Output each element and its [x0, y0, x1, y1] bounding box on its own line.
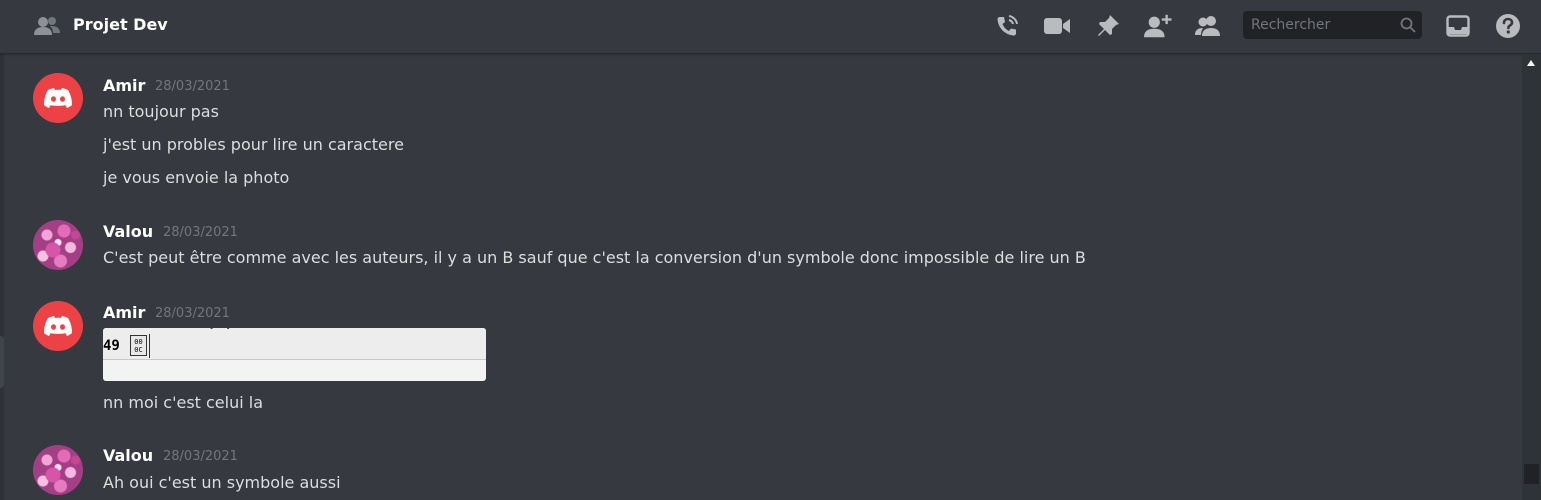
help-icon [1496, 14, 1520, 38]
message-text: Ah oui c'est un symbole aussi [103, 473, 341, 492]
voice-call-button[interactable] [993, 12, 1021, 40]
avatar[interactable] [33, 73, 83, 123]
message-text: j'est un probles pour lire un caractere [103, 135, 404, 154]
voice-call-icon [997, 15, 1018, 36]
inbox-button[interactable] [1444, 12, 1472, 40]
discord-logo-icon [44, 316, 72, 336]
message-author[interactable]: Valou [103, 222, 153, 242]
message-timestamp: 28/03/2021 [155, 79, 230, 94]
message-text: nn moi c'est celui la [103, 393, 264, 412]
inbox-icon [1446, 15, 1470, 37]
discord-window: Projet Dev Rechercher Amir 28/03/2021 nn… [0, 0, 1541, 500]
add-member-button[interactable] [1144, 12, 1172, 40]
message-scrollbar[interactable] [1522, 54, 1541, 500]
search-box[interactable] [1243, 11, 1422, 39]
search-icon [1400, 17, 1416, 33]
text-cursor [149, 334, 150, 358]
message-timestamp: 28/03/2021 [163, 225, 238, 240]
message-text: je vous envoie la photo [103, 168, 290, 187]
image-attachment[interactable]: : : , . 49 00 0C [103, 328, 486, 381]
avatar[interactable] [33, 445, 83, 495]
help-button[interactable] [1494, 12, 1522, 40]
avatar[interactable] [33, 220, 83, 270]
message-timestamp: 28/03/2021 [163, 449, 238, 464]
add-member-icon [1144, 14, 1172, 38]
message-text: C'est peut être comme avec les auteurs, … [103, 248, 1086, 267]
attachment-cut-text: : : , . [208, 328, 438, 330]
video-call-button[interactable] [1043, 12, 1071, 40]
message-timestamp: 28/03/2021 [155, 306, 230, 321]
scrollbar-thumb[interactable] [1524, 464, 1539, 484]
message-list: Amir 28/03/2021 nn toujour pas j'est un … [0, 54, 1522, 500]
message-author[interactable]: Amir [103, 303, 145, 323]
video-call-icon [1044, 18, 1070, 34]
scroll-up-arrow-icon[interactable] [1527, 60, 1535, 66]
member-list-icon [1195, 16, 1220, 36]
attachment-code-text: 49 [103, 338, 120, 354]
member-list-button[interactable] [1194, 12, 1222, 40]
pin-icon [1098, 15, 1119, 36]
channel-title: Projet Dev [73, 15, 168, 34]
group-dm-icon [34, 17, 60, 35]
discord-logo-icon [44, 88, 72, 108]
search-input[interactable] [1243, 11, 1393, 39]
pinned-messages-button[interactable] [1094, 12, 1122, 40]
message-text: nn toujour pas [103, 102, 219, 121]
channel-header: Projet Dev [0, 0, 1541, 54]
message-author[interactable]: Amir [103, 76, 145, 96]
attachment-toolbar-band [103, 328, 486, 360]
avatar[interactable] [33, 301, 83, 351]
message-author[interactable]: Valou [103, 446, 153, 466]
unknown-glyph-box: 00 0C [130, 335, 147, 356]
